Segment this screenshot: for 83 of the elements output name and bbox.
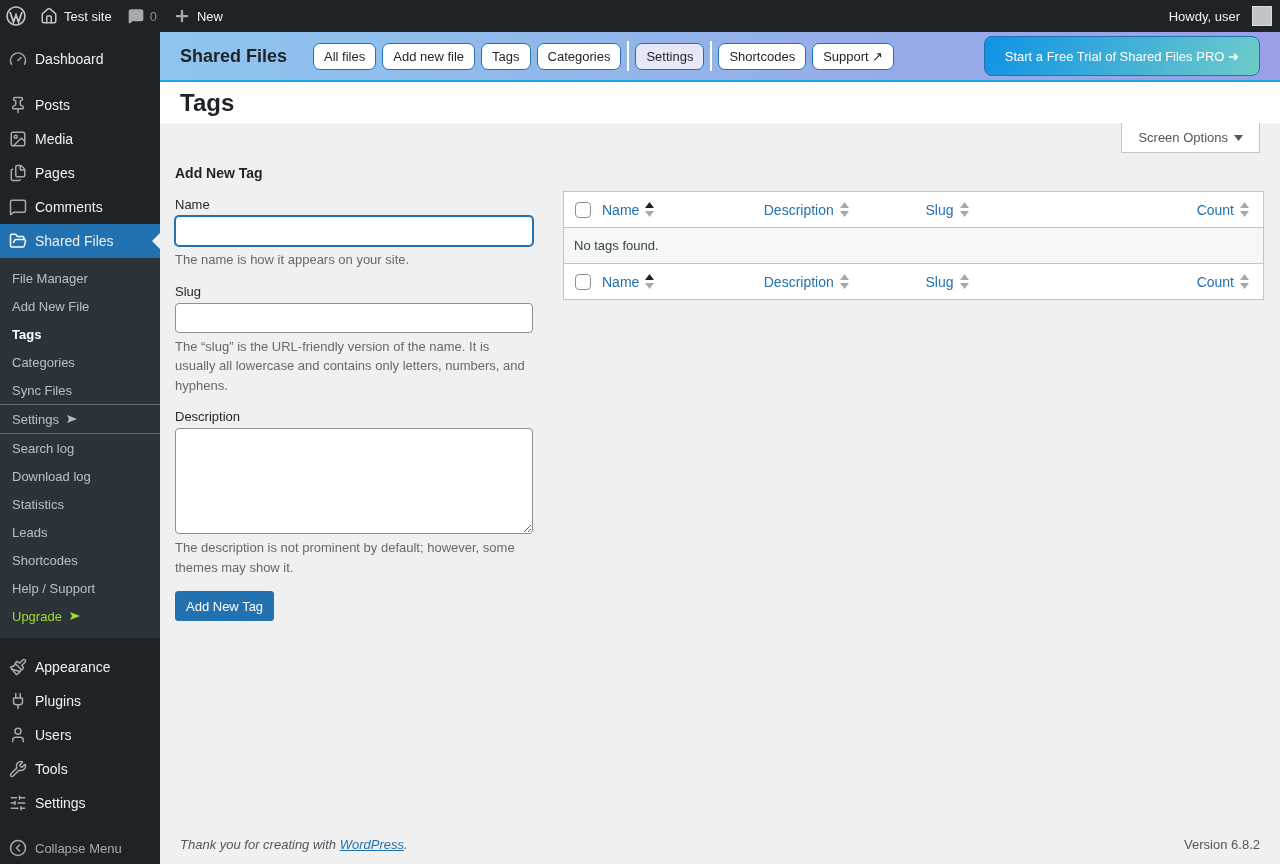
collapse-menu-button[interactable]: Collapse Menu	[0, 832, 160, 864]
field-hint: The “slug” is the URL-friendly version of the name. It is usually all lowercase and contains only letters, numbers, and hyphens.	[175, 337, 526, 395]
column-header-link[interactable]: Description	[763, 201, 849, 218]
menu-icon	[9, 130, 27, 148]
account-link[interactable]: Howdy, user	[1168, 6, 1272, 26]
comment-icon	[127, 8, 144, 24]
footer-thanks-text: Thank you for creating with WordPress.	[180, 837, 408, 852]
nav-button[interactable]: Shortcodes	[718, 42, 807, 70]
select-all-checkbox[interactable]	[575, 201, 591, 218]
add-tag-button[interactable]: Add New Tag	[175, 591, 275, 621]
menu-icon	[9, 96, 27, 114]
screen-options-button[interactable]: Screen Options	[1121, 123, 1260, 153]
arrow-icon	[69, 611, 80, 621]
submenu-item[interactable]: Tags	[0, 320, 160, 348]
field-label: Slug	[175, 283, 203, 299]
arrow-icon	[67, 414, 77, 424]
menu-icon	[9, 794, 27, 812]
menu-icon	[9, 760, 27, 778]
select-all-checkbox[interactable]	[575, 273, 591, 290]
sidebar-menu-item[interactable]: Pages	[0, 156, 160, 190]
comment-count: 0	[149, 8, 157, 24]
column-header-link[interactable]: Slug	[925, 201, 969, 218]
nav-button[interactable]: Support ↗	[812, 42, 895, 70]
home-icon	[40, 7, 58, 25]
nav-button[interactable]: Settings	[635, 42, 705, 70]
submenu-item[interactable]: Statistics	[0, 490, 160, 518]
column-header-link[interactable]: Name	[602, 273, 655, 290]
menu-icon	[9, 658, 27, 676]
field-label: Name	[175, 197, 211, 212]
field-hint: The description is not prominent by default; however, some themes may show it.	[175, 539, 516, 577]
empty-message: No tags found.	[574, 238, 659, 253]
site-name-link[interactable]: Test site	[40, 7, 112, 25]
menu-icon	[9, 198, 27, 216]
submenu-item[interactable]: File Manager	[0, 264, 160, 292]
field-hint: The name is how it appears on your site.	[175, 251, 411, 269]
caret-icon	[1234, 134, 1243, 141]
submenu-item[interactable]: Shortcodes	[0, 546, 160, 574]
avatar	[1252, 6, 1272, 26]
sidebar-menu-item[interactable]: Comments	[0, 190, 160, 224]
column-header-link[interactable]: Count	[1196, 273, 1249, 290]
nav-button[interactable]: Add new file	[382, 42, 476, 70]
menu-icon	[9, 726, 27, 744]
description-field[interactable]	[175, 428, 533, 534]
menu-icon	[9, 164, 27, 182]
sidebar-menu-item[interactable]: Plugins	[0, 684, 160, 718]
submenu-item[interactable]: Add New File	[0, 292, 160, 320]
submenu-item[interactable]: Help / Support	[0, 574, 160, 602]
column-header-link[interactable]: Count	[1196, 201, 1249, 218]
submenu-item[interactable]: Settings	[0, 404, 160, 434]
sidebar-menu-item[interactable]: Dashboard	[0, 42, 160, 76]
submenu-item[interactable]: Upgrade	[0, 602, 160, 630]
column-header-link[interactable]: Description	[763, 273, 849, 290]
sidebar-menu-item[interactable]: Users	[0, 718, 160, 752]
sidebar-menu-item[interactable]: Settings	[0, 786, 160, 820]
submenu-item[interactable]: Sync Files	[0, 376, 160, 404]
version-text: Version 6.8.2	[1184, 837, 1260, 852]
text-input-field[interactable]	[175, 302, 533, 333]
submenu-item[interactable]: Download log	[0, 462, 160, 490]
wordpress-logo[interactable]	[6, 6, 26, 26]
plugin-title: Shared Files	[180, 45, 288, 67]
nav-button[interactable]: Tags	[481, 42, 531, 70]
sidebar-menu-item[interactable]: Posts	[0, 88, 160, 122]
sidebar-menu-item[interactable]: Media	[0, 122, 160, 156]
sidebar-menu-item[interactable]: Tools	[0, 752, 160, 786]
column-header-link[interactable]: Slug	[925, 273, 969, 290]
sidebar-menu-item[interactable]: Shared Files	[0, 224, 160, 258]
submenu-item[interactable]: Search log	[0, 434, 160, 462]
new-link[interactable]: New	[172, 7, 223, 25]
field-label: Description	[175, 409, 242, 424]
submenu-item[interactable]: Leads	[0, 518, 160, 546]
menu-icon	[9, 232, 27, 250]
nav-button[interactable]: All files	[313, 42, 377, 70]
comments-link[interactable]: 0	[127, 8, 157, 24]
nav-button[interactable]: Categories	[536, 42, 622, 70]
form-heading: Add New Tag	[175, 165, 264, 181]
page-title: Tags	[180, 88, 235, 117]
collapse-icon	[9, 839, 27, 857]
column-header-link[interactable]: Name	[602, 201, 655, 218]
text-input-field[interactable]	[175, 216, 533, 246]
wordpress-link[interactable]: WordPress	[339, 837, 404, 852]
sidebar-menu-item[interactable]: Appearance	[0, 650, 160, 684]
submenu-item[interactable]: Categories	[0, 348, 160, 376]
menu-icon	[9, 50, 27, 68]
